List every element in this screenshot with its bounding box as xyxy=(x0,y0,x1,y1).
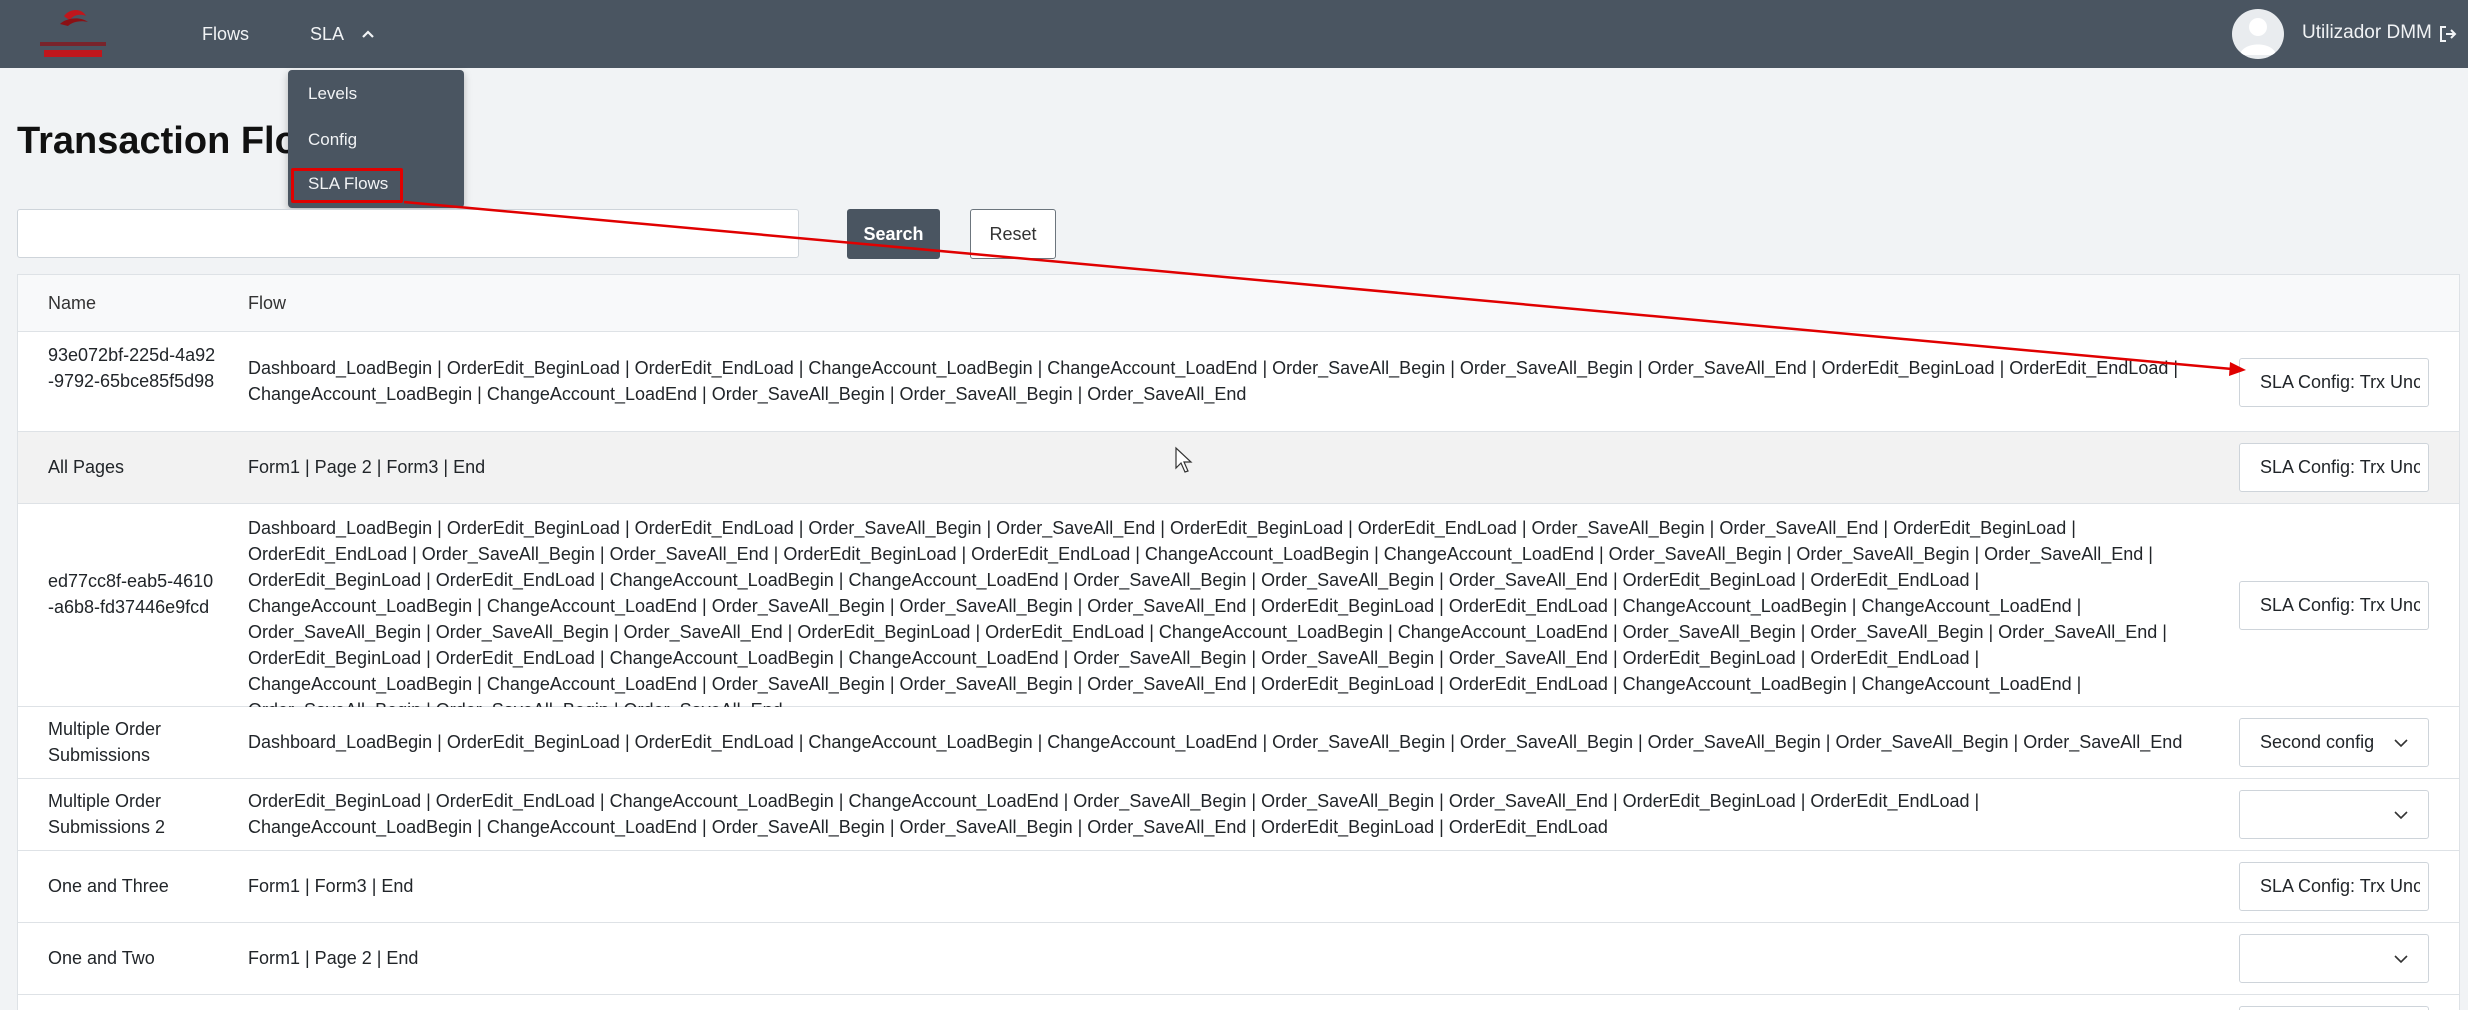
row-name: Multiple Order Submissions xyxy=(48,719,162,765)
sla-config-select[interactable]: SLA Config: Trx Unclassified xyxy=(2239,443,2429,492)
search-input[interactable] xyxy=(17,209,799,258)
sla-config-select[interactable]: SLA Config: Trx Unclassified xyxy=(2239,358,2429,407)
nav-sla[interactable]: SLA xyxy=(310,22,344,46)
row-flow: Form1 | Page 2 | Form3 | End xyxy=(248,457,486,477)
row-flow: Dashboard_LoadBegin | OrderEdit_BeginLoa… xyxy=(248,732,2183,752)
row-flow: Dashboard_LoadBegin | OrderEdit_BeginLoa… xyxy=(248,358,2179,404)
sla-config-value: SLA Config: Trx Unclassified xyxy=(2260,876,2420,896)
table-row[interactable]: Multiple Order Submissions 2 OrderEdit_B… xyxy=(18,779,2459,851)
row-name: ed77cc8f-eab5-4610-a6b8-fd37446e9fcd xyxy=(48,571,214,617)
row-flow: Dashboard_LoadBegin | OrderEdit_BeginLoa… xyxy=(248,518,2167,720)
chevron-down-icon xyxy=(2392,950,2410,968)
table-header: Name Flow xyxy=(18,274,2459,332)
top-navbar: Flows SLA Utilizador DMM xyxy=(0,0,2468,68)
reset-button[interactable]: Reset xyxy=(970,209,1056,259)
table-row[interactable]: Multiple Order Submissions Dashboard_Loa… xyxy=(18,707,2459,779)
sla-config-value: Second config xyxy=(2260,732,2375,752)
row-name: 93e072bf-225d-4a92-9792-65bce85f5d98 xyxy=(48,345,216,391)
row-flow: Form1 | Form3 | End xyxy=(248,876,414,896)
table-row xyxy=(18,995,2459,1010)
flows-table: Name Flow 93e072bf-225d-4a92-9792-65bce8… xyxy=(17,274,2460,1010)
column-header-flow[interactable]: Flow xyxy=(248,293,286,314)
logout-icon[interactable] xyxy=(2438,24,2458,44)
company-logo[interactable] xyxy=(36,6,110,62)
sla-config-select[interactable] xyxy=(2239,1006,2429,1010)
sla-config-select[interactable]: SLA Config: Trx Unclassified xyxy=(2239,581,2429,630)
chevron-up-icon[interactable] xyxy=(360,26,376,42)
nav-flows[interactable]: Flows xyxy=(202,22,249,46)
avatar[interactable] xyxy=(2232,9,2284,59)
sla-config-value: SLA Config: Trx Unclassified xyxy=(2260,457,2420,477)
chevron-down-icon xyxy=(2392,806,2410,824)
table-row[interactable]: One and Two Form1 | Page 2 | End xyxy=(18,923,2459,995)
sla-config-value: SLA Config: Trx Unclassified xyxy=(2260,372,2420,392)
menu-item-levels[interactable]: Levels xyxy=(308,84,357,104)
sla-config-value: SLA Config: Trx Unclassified xyxy=(2260,595,2420,615)
table-row[interactable]: ed77cc8f-eab5-4610-a6b8-fd37446e9fcd Das… xyxy=(18,504,2459,720)
search-button[interactable]: Search xyxy=(847,209,940,259)
table-row[interactable]: 93e072bf-225d-4a92-9792-65bce85f5d98 Das… xyxy=(18,332,2459,432)
row-name: One and Two xyxy=(48,948,155,968)
row-flow: OrderEdit_BeginLoad | OrderEdit_EndLoad … xyxy=(248,791,1980,837)
table-row[interactable]: All Pages Form1 | Page 2 | Form3 | End S… xyxy=(18,432,2459,504)
table-row[interactable]: One and Three Form1 | Form3 | End SLA Co… xyxy=(18,851,2459,923)
annotation-highlight-box xyxy=(291,168,403,203)
column-header-name[interactable]: Name xyxy=(48,293,96,314)
row-flow: Form1 | Page 2 | End xyxy=(248,948,419,968)
sla-config-select[interactable]: Second config xyxy=(2239,718,2429,767)
sla-config-select[interactable] xyxy=(2239,790,2429,839)
row-name: Multiple Order Submissions 2 xyxy=(48,791,166,837)
user-name[interactable]: Utilizador DMM xyxy=(2302,22,2432,44)
chevron-down-icon xyxy=(2392,734,2410,752)
row-name: All Pages xyxy=(48,457,125,477)
row-name: One and Three xyxy=(48,876,169,896)
sla-config-select[interactable]: SLA Config: Trx Unclassified xyxy=(2239,862,2429,911)
sla-config-select[interactable] xyxy=(2239,934,2429,983)
menu-item-config[interactable]: Config xyxy=(308,130,357,150)
